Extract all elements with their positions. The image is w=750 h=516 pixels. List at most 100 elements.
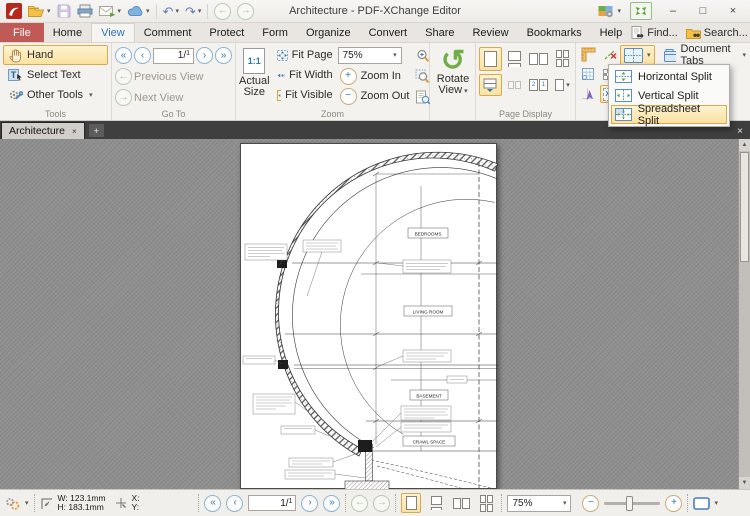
status-next-view-button[interactable]: → (373, 495, 390, 512)
tab-protect[interactable]: Protect (200, 23, 253, 42)
search-button[interactable]: Search... (686, 27, 748, 39)
two-pages-continuous-button[interactable] (551, 47, 574, 71)
tab-bookmarks[interactable]: Bookmarks (518, 23, 591, 42)
zoom-slider-thumb[interactable] (626, 496, 633, 511)
undo-button[interactable]: ↶▾ (160, 2, 182, 21)
find-button[interactable]: Find... (631, 26, 678, 39)
measure-disable-button[interactable] (600, 45, 620, 63)
svg-text:T: T (11, 70, 17, 80)
tab-form[interactable]: Form (253, 23, 297, 42)
close-button[interactable]: × (718, 2, 748, 21)
rulers-button[interactable] (578, 45, 598, 63)
maximize-button[interactable]: □ (688, 2, 718, 21)
redo-button[interactable]: ↷▾ (182, 2, 204, 21)
status-previous-page-button[interactable]: ‹ (226, 495, 243, 512)
status-zoom-in-button[interactable]: + (665, 495, 682, 512)
snap-button[interactable] (578, 85, 598, 103)
pdf-page[interactable]: BEDROOMS LIVING ROOM BASEMENT CRAWL SPAC… (240, 143, 497, 489)
divider (501, 494, 502, 512)
menu-item-horizontal-split[interactable]: Horizontal Split (611, 67, 727, 86)
scan-cloud-button[interactable]: ▾ (124, 2, 153, 21)
zoom-slider[interactable] (604, 502, 660, 505)
fit-visible-button[interactable]: Fit Visible (273, 85, 335, 105)
status-zoom-combo[interactable]: 75%▾ (507, 495, 571, 512)
tab-view[interactable]: View (91, 23, 135, 42)
next-view-button[interactable]: → Next View (115, 87, 232, 108)
status-first-page-button[interactable]: « (204, 495, 221, 512)
save-button[interactable] (54, 2, 74, 21)
right-to-left-button[interactable]: 21 (527, 74, 550, 96)
new-tab-button[interactable]: + (89, 124, 104, 137)
ui-theme-button[interactable]: ▾ (595, 2, 624, 21)
zoom-out-icon: − (340, 88, 357, 105)
rotate-view-button[interactable]: ↺ Rotate View▾ (433, 45, 473, 96)
spreadsheet-split-icon (615, 108, 632, 121)
document-tab-architecture[interactable]: Architecture × (1, 122, 85, 139)
page-number-field[interactable]: 1/1 (153, 48, 194, 64)
window-icon (693, 497, 710, 510)
next-page-button[interactable]: › (196, 47, 213, 64)
status-last-page-button[interactable]: » (323, 495, 340, 512)
select-text-button[interactable]: T Select Text (3, 65, 108, 85)
status-page-number-field[interactable]: 1/1 (248, 495, 296, 511)
page-layout-icon (555, 79, 564, 91)
fit-page-button[interactable]: Fit Page (273, 45, 335, 65)
previous-page-button[interactable]: ‹ (134, 47, 151, 64)
tab-home[interactable]: Home (44, 23, 91, 42)
document-tabs-button[interactable]: Document Tabs ▾ (660, 46, 750, 64)
status-two-pages-button[interactable] (451, 493, 471, 513)
split-button[interactable]: ▾ (620, 45, 655, 65)
scroll-down-button[interactable]: ▼ (739, 477, 750, 489)
close-document-button[interactable]: × (730, 126, 750, 139)
first-page-button[interactable]: « (115, 47, 132, 64)
history-back-button[interactable]: ← (211, 2, 234, 21)
tab-file[interactable]: File (0, 23, 44, 42)
tab-convert[interactable]: Convert (360, 23, 417, 42)
show-gaps-button[interactable] (479, 74, 502, 96)
fit-width-button[interactable]: Fit Width (273, 65, 335, 85)
history-forward-button[interactable]: → (234, 2, 257, 21)
ribbon-tab-bar: File Home View Comment Protect Form Orga… (0, 23, 750, 43)
single-page-button[interactable] (479, 47, 502, 71)
status-single-page-button[interactable] (401, 493, 421, 513)
fullscreen-button[interactable] (630, 2, 652, 20)
menu-item-spreadsheet-split[interactable]: Spreadsheet Split (611, 105, 727, 124)
scrollbar-thumb[interactable] (740, 152, 749, 262)
fullscreen-mode-button[interactable]: ▾ (693, 497, 718, 510)
previous-view-button[interactable]: ← Previous View (115, 66, 232, 87)
zoom-level-combo[interactable]: 75%▾ (338, 47, 402, 64)
open-file-button[interactable]: ▾ (25, 2, 54, 21)
hand-tool-button[interactable]: Hand (3, 45, 108, 65)
status-options-button[interactable]: ▾ (4, 496, 29, 511)
tab-help[interactable]: Help (591, 23, 632, 42)
status-previous-view-button[interactable]: ← (351, 495, 368, 512)
tab-close-icon[interactable]: × (72, 127, 77, 136)
status-continuous-button[interactable] (426, 493, 446, 513)
status-next-page-button[interactable]: › (301, 495, 318, 512)
email-button[interactable]: ▾ (96, 2, 125, 21)
tab-comment[interactable]: Comment (135, 23, 201, 42)
facing-cover-button[interactable] (503, 74, 526, 96)
print-button[interactable] (74, 2, 96, 21)
tab-share[interactable]: Share (416, 23, 463, 42)
vertical-scrollbar[interactable]: ▲ ▼ (738, 139, 750, 489)
actual-size-button[interactable]: 1:1 Actual Size (239, 45, 270, 108)
status-two-pages-continuous-button[interactable] (476, 493, 496, 513)
tab-organize[interactable]: Organize (297, 23, 360, 42)
last-page-button[interactable]: » (215, 47, 232, 64)
continuous-button[interactable] (503, 47, 526, 71)
grid-button[interactable] (578, 65, 598, 83)
tab-review[interactable]: Review (463, 23, 517, 42)
back-icon: ← (214, 3, 231, 20)
two-pages-continuous-icon (556, 50, 569, 67)
fit-width-icon (275, 68, 286, 83)
scroll-up-button[interactable]: ▲ (739, 139, 750, 151)
other-tools-button[interactable]: Other Tools▾ (3, 85, 108, 105)
two-pages-button[interactable] (527, 47, 550, 71)
minimize-button[interactable]: – (658, 2, 688, 21)
page-layout-more-button[interactable]: ▾ (551, 74, 574, 96)
zoom-out-button[interactable]: − Zoom Out (338, 86, 412, 106)
status-zoom-out-button[interactable]: − (582, 495, 599, 512)
zoom-in-button[interactable]: + Zoom In (338, 66, 412, 86)
two-pages-icon (453, 498, 470, 509)
